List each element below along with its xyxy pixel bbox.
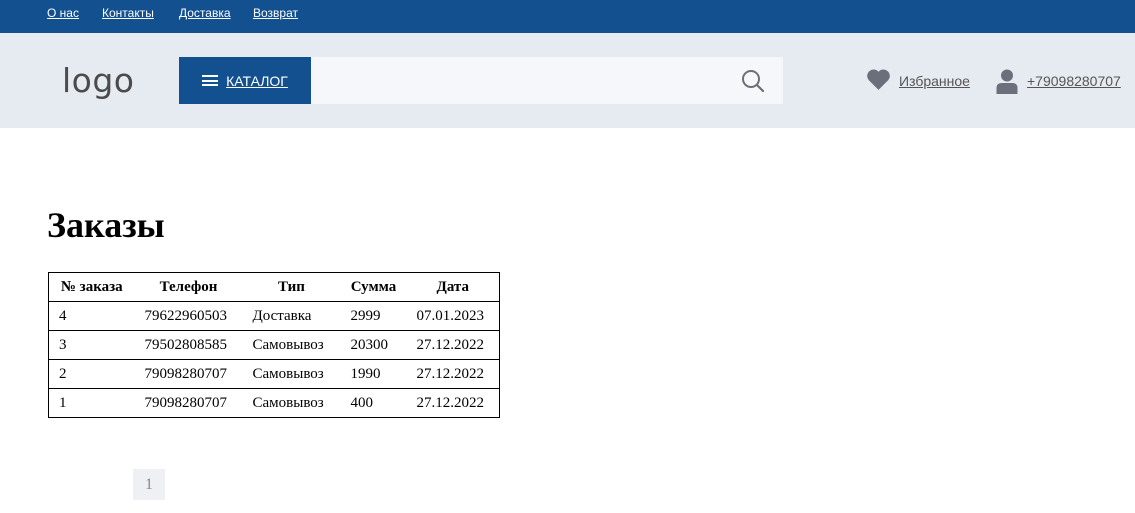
order-number-cell: 3 xyxy=(48,330,135,360)
date-cell: 27.12.2022 xyxy=(406,330,500,360)
site-logo[interactable]: logo xyxy=(62,61,135,101)
search-icon[interactable] xyxy=(741,69,765,93)
column-header-date: Дата xyxy=(406,272,500,302)
order-number-cell: 2 xyxy=(48,359,135,389)
column-header-phone: Телефон xyxy=(134,272,243,302)
top-nav-return-link[interactable]: Возврат xyxy=(253,6,298,20)
account-phone-link[interactable]: +79098280707 xyxy=(1027,73,1121,89)
catalog-button-label: КАТАЛОГ xyxy=(226,72,288,89)
sum-cell: 20300 xyxy=(340,330,407,360)
date-cell: 07.01.2023 xyxy=(406,301,500,331)
top-nav-about-link[interactable]: О нас xyxy=(47,6,79,20)
table-row: 3 79502808585 Самовывоз 20300 27.12.2022 xyxy=(48,330,500,360)
column-header-order-number: № заказа xyxy=(48,272,135,302)
phone-cell: 79502808585 xyxy=(134,330,243,360)
sum-cell: 400 xyxy=(350,394,374,411)
sum-cell: 2999 xyxy=(340,301,407,331)
column-header-type: Тип xyxy=(242,272,341,302)
table-row: 4 79622960503 Доставка 2999 07.01.2023 xyxy=(48,301,500,331)
type-cell: Самовывоз xyxy=(242,330,341,360)
type-cell: Самовывоз xyxy=(242,359,341,389)
site-header: logo КАТАЛОГ Избранное +79098280707 xyxy=(0,33,1135,128)
table-header-row: № заказа Телефон Тип Сумма Дата xyxy=(48,272,500,302)
phone-cell: 79098280707 xyxy=(134,359,243,389)
top-nav-delivery-link[interactable]: Доставка xyxy=(179,6,231,20)
top-nav-bar: О нас Контакты Доставка Возврат xyxy=(0,0,1135,33)
user-icon[interactable] xyxy=(996,69,1018,94)
sum-cell: 1990 xyxy=(340,359,407,389)
column-header-sum: Сумма xyxy=(340,272,407,302)
table-row: 1 79098280707 Самовывоз 400 27.12.2022 xyxy=(49,389,500,418)
pagination-page-button[interactable]: 1 xyxy=(133,469,165,500)
date-cell: 27.12.2022 xyxy=(416,394,485,411)
favorites-link[interactable]: Избранное xyxy=(899,73,970,89)
order-number-cell: 1 xyxy=(59,394,67,411)
top-nav-contacts-link[interactable]: Контакты xyxy=(102,6,154,20)
phone-cell: 79098280707 xyxy=(144,394,228,411)
table-row: 2 79098280707 Самовывоз 1990 27.12.2022 xyxy=(48,359,500,389)
order-number-cell: 4 xyxy=(48,301,135,331)
type-cell: Доставка xyxy=(242,301,341,331)
orders-table: № заказа Телефон Тип Сумма Дата 4 796229… xyxy=(48,272,500,418)
page-title: Заказы xyxy=(47,205,165,245)
phone-cell: 79622960503 xyxy=(134,301,243,331)
heart-icon[interactable] xyxy=(866,68,891,91)
date-cell: 27.12.2022 xyxy=(406,359,500,389)
catalog-button[interactable]: КАТАЛОГ xyxy=(179,57,311,104)
search-input[interactable] xyxy=(311,57,783,104)
burger-menu-icon xyxy=(202,75,219,86)
type-cell: Самовывоз xyxy=(252,394,324,411)
